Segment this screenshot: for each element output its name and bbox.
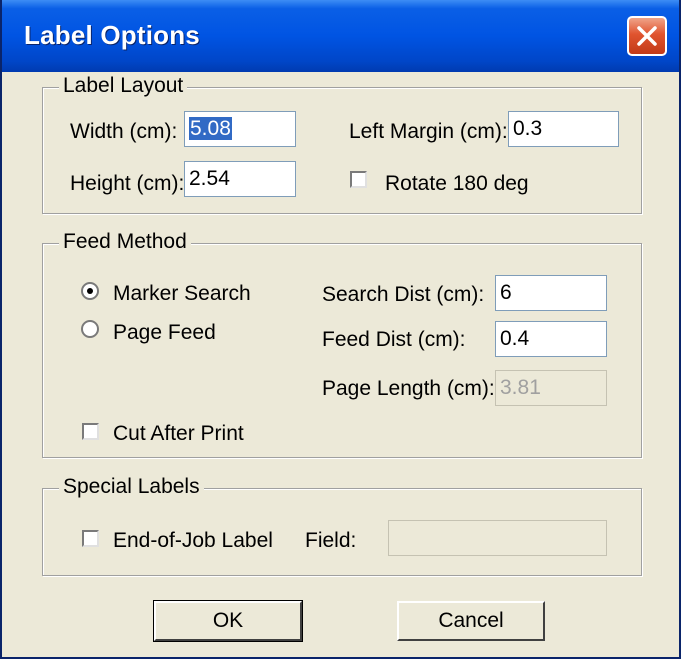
width-value: 5.08 bbox=[189, 117, 232, 140]
end-of-job-label: End-of-Job Label bbox=[113, 529, 273, 552]
label-layout-group: Label Layout Width (cm): 5.08 Left Margi… bbox=[42, 74, 642, 214]
marker-search-label: Marker Search bbox=[113, 282, 251, 305]
window-title: Label Options bbox=[24, 20, 200, 50]
search-dist-label: Search Dist (cm): bbox=[322, 283, 485, 306]
left-margin-input[interactable]: 0.3 bbox=[508, 111, 619, 147]
feed-method-group: Feed Method Marker Search Page Feed Sear… bbox=[42, 230, 642, 458]
feed-dist-value: 0.4 bbox=[500, 327, 530, 350]
ok-button[interactable]: OK bbox=[153, 600, 303, 642]
close-icon bbox=[637, 26, 657, 46]
height-input[interactable]: 2.54 bbox=[184, 161, 296, 197]
search-dist-value: 6 bbox=[500, 281, 512, 304]
cut-after-print-checkbox[interactable] bbox=[82, 423, 99, 440]
label-layout-legend: Label Layout bbox=[59, 74, 188, 98]
field-input bbox=[388, 520, 607, 556]
marker-search-radio[interactable] bbox=[81, 282, 99, 300]
page-length-value: 3.81 bbox=[500, 376, 541, 399]
feed-dist-input[interactable]: 0.4 bbox=[495, 321, 607, 357]
label-options-dialog: Label Options Label Layout Width (cm): 5… bbox=[0, 0, 681, 659]
close-button[interactable] bbox=[627, 16, 667, 56]
feed-method-legend: Feed Method bbox=[59, 230, 191, 254]
feed-dist-label: Feed Dist (cm): bbox=[322, 328, 466, 351]
end-of-job-checkbox[interactable] bbox=[82, 530, 99, 547]
special-labels-group: Special Labels End-of-Job Label Field: bbox=[42, 475, 642, 576]
rotate-checkbox[interactable] bbox=[350, 171, 367, 188]
page-length-input: 3.81 bbox=[495, 370, 607, 406]
page-feed-radio[interactable] bbox=[81, 320, 99, 338]
cancel-button[interactable]: Cancel bbox=[397, 601, 545, 641]
left-margin-label: Left Margin (cm): bbox=[349, 120, 508, 143]
cut-after-print-label: Cut After Print bbox=[113, 422, 244, 445]
height-label: Height (cm): bbox=[70, 172, 185, 195]
page-feed-label: Page Feed bbox=[113, 321, 216, 344]
left-margin-value: 0.3 bbox=[513, 117, 543, 140]
search-dist-input[interactable]: 6 bbox=[495, 275, 607, 311]
radio-dot-icon bbox=[87, 288, 93, 294]
rotate-label: Rotate 180 deg bbox=[385, 172, 529, 195]
width-input[interactable]: 5.08 bbox=[184, 111, 296, 147]
special-labels-legend: Special Labels bbox=[59, 475, 204, 499]
title-bar[interactable]: Label Options bbox=[2, 0, 679, 72]
width-label: Width (cm): bbox=[70, 120, 178, 143]
field-label: Field: bbox=[305, 529, 357, 552]
height-value: 2.54 bbox=[189, 167, 230, 190]
page-length-label: Page Length (cm): bbox=[322, 377, 495, 400]
